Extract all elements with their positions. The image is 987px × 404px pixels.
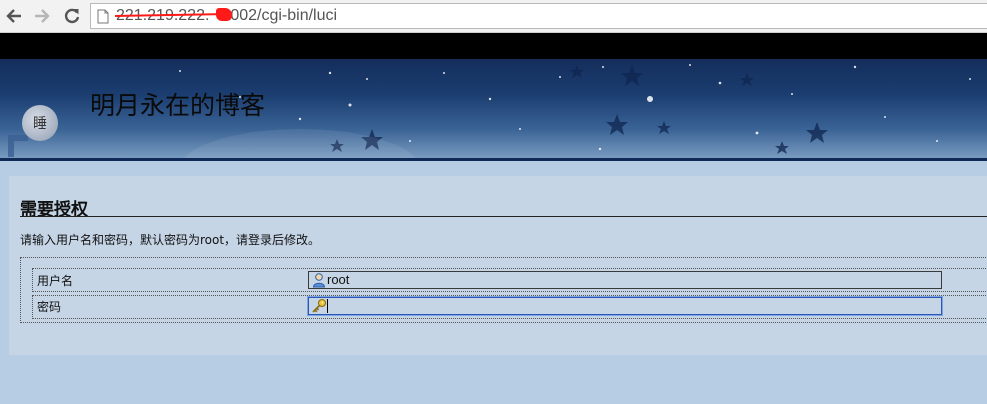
reload-button[interactable] [61, 5, 83, 27]
avatar: 睡 [22, 105, 58, 141]
page-icon [97, 9, 109, 24]
browser-toolbar: 221.219.222.2002/cgi-bin/luci [0, 0, 987, 33]
banner-divider [0, 158, 987, 161]
key-icon [312, 299, 326, 313]
redaction-blob [216, 8, 232, 21]
forward-button[interactable] [31, 5, 53, 27]
header-banner: 睡 明月永在的博客 [0, 59, 987, 160]
username-input[interactable]: root [308, 271, 942, 289]
url-path: 2002/cgi-bin/luci [221, 7, 338, 24]
login-description: 请输入用户名和密码，默认密码为root，请登录后修改。 [20, 233, 321, 247]
back-button[interactable] [3, 5, 25, 27]
reload-icon [64, 8, 80, 24]
site-title: 明月永在的博客 [90, 91, 266, 120]
password-label: 密码 [37, 300, 62, 314]
top-bar [0, 33, 987, 59]
password-input[interactable] [308, 297, 942, 315]
username-value: root [327, 272, 350, 287]
arrow-right-icon [35, 9, 50, 23]
avatar-text: 睡 [33, 116, 47, 132]
username-label: 用户名 [37, 274, 74, 288]
arrow-left-icon [6, 9, 21, 23]
title-divider [20, 216, 987, 217]
address-bar[interactable]: 221.219.222.2002/cgi-bin/luci [90, 3, 987, 29]
user-icon [312, 273, 326, 288]
text-caret [327, 299, 328, 313]
